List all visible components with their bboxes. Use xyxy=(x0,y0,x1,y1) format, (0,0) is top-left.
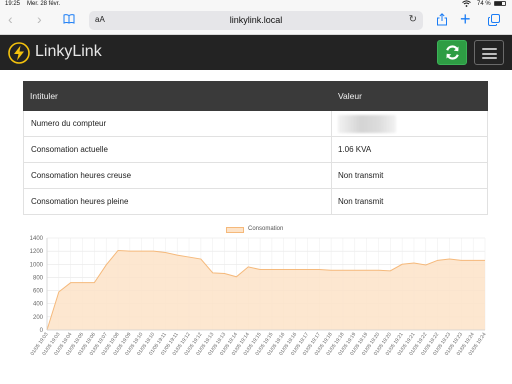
y-tick-label: 1000 xyxy=(30,262,44,268)
meter-number-value xyxy=(331,110,488,137)
y-tick-label: 1200 xyxy=(30,249,44,255)
y-tick-label: 400 xyxy=(33,302,44,308)
refresh-button[interactable] xyxy=(437,40,467,65)
row-value: Non transmit xyxy=(331,188,488,215)
status-bar: 19:25 Mer. 28 févr. 74 % xyxy=(0,0,512,8)
plus-icon[interactable]: + xyxy=(460,9,471,29)
address-bar[interactable]: aA linkylink.local ↻ xyxy=(89,11,423,30)
battery-icon xyxy=(494,1,506,6)
table-row: Consomation heures pleine Non transmit xyxy=(23,188,488,215)
book-icon[interactable] xyxy=(63,14,75,24)
reload-icon[interactable]: ↻ xyxy=(409,14,417,25)
status-date: Mer. 28 févr. xyxy=(27,1,61,7)
consumption-chart: Consomation 0 200 400 600 800 1000 1200 1400 01/… xyxy=(0,224,512,384)
menu-bar-line xyxy=(482,48,497,50)
app-navbar: LinkyLink xyxy=(0,35,512,70)
refresh-icon xyxy=(446,45,459,60)
menu-bar-line xyxy=(482,52,497,55)
tabs-icon[interactable] xyxy=(488,14,500,26)
row-value: 1.06 KVA xyxy=(331,136,488,163)
row-label: Consomation actuelle xyxy=(23,136,332,163)
series-area xyxy=(47,250,485,330)
row-label: Consomation heures creuse xyxy=(23,162,332,189)
status-time: 19:25 xyxy=(5,1,21,7)
y-tick-label: 600 xyxy=(33,289,44,295)
battery-level xyxy=(495,2,503,5)
lightning-bolt-icon[interactable] xyxy=(8,42,30,64)
y-tick-label: 1400 xyxy=(30,236,44,242)
row-label: Numero du compteur xyxy=(23,110,332,137)
row-label: Consomation heures pleine xyxy=(23,188,332,215)
y-tick-label: 800 xyxy=(33,275,44,281)
chart-plot: 020040060080010001200140001/05 19:0301/0… xyxy=(30,236,488,357)
table-row: Consomation heures creuse Non transmit xyxy=(23,162,488,189)
battery-percent: 74 % xyxy=(477,1,491,7)
table-row: Numero du compteur xyxy=(23,110,488,137)
row-value: Non transmit xyxy=(331,162,488,189)
url-text[interactable]: linkylink.local xyxy=(89,15,423,25)
table-header-row: Intituler Valeur xyxy=(23,81,488,111)
chevron-left-icon[interactable]: ‹ xyxy=(8,12,13,26)
share-icon[interactable] xyxy=(436,13,448,26)
brand-name[interactable]: LinkyLink xyxy=(35,43,102,61)
y-tick-label: 200 xyxy=(33,315,44,321)
column-header-label: Intituler xyxy=(23,81,332,111)
menu-bar-line xyxy=(482,57,497,59)
meter-info-table: Intituler Valeur Numero du compteur Cons… xyxy=(23,81,488,215)
browser-toolbar: ‹ › aA linkylink.local ↻ + xyxy=(0,8,512,35)
table-row: Consomation actuelle 1.06 KVA xyxy=(23,136,488,163)
hamburger-menu-button[interactable] xyxy=(474,40,504,65)
redacted-value xyxy=(338,114,396,133)
column-header-value: Valeur xyxy=(331,81,488,111)
chevron-right-icon[interactable]: › xyxy=(37,12,42,26)
